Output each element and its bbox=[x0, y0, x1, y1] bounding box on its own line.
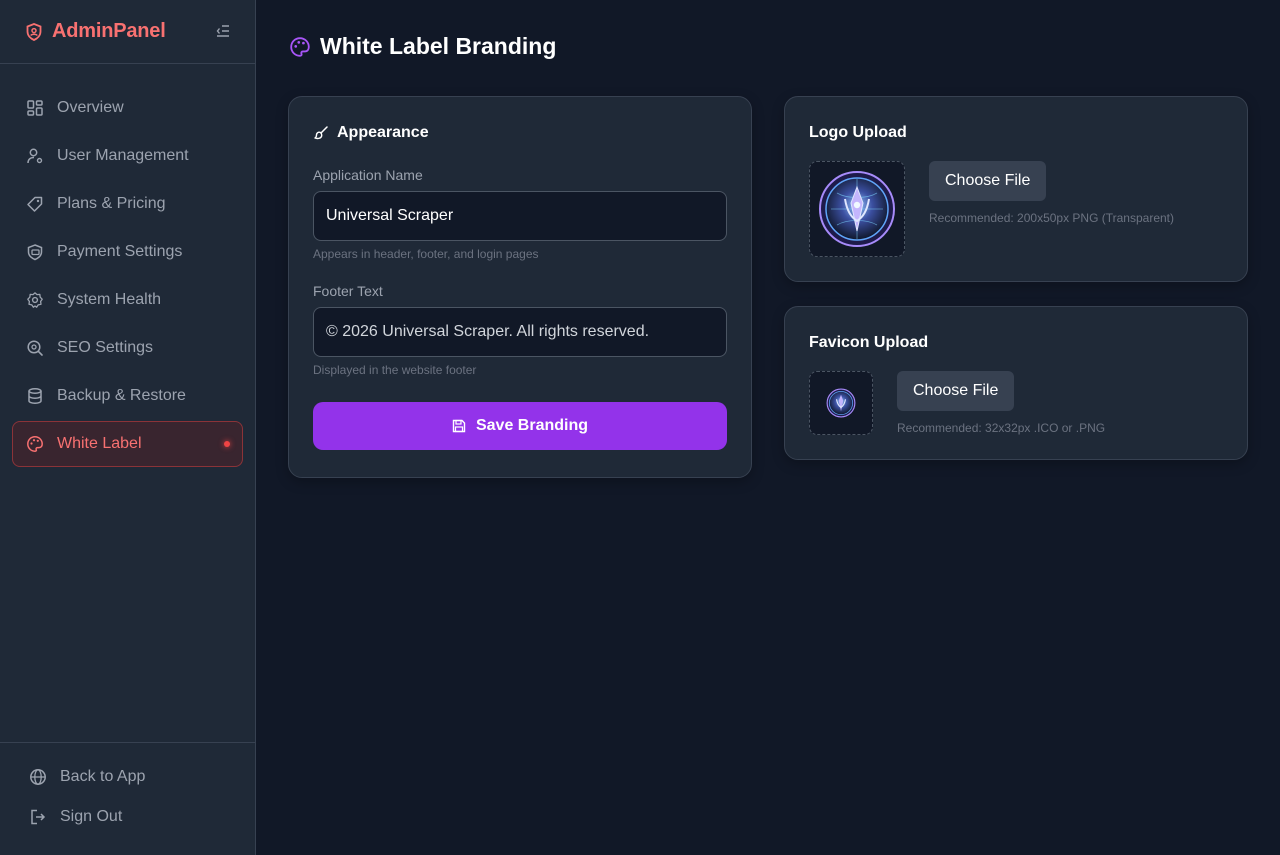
favicon-recommendation: Recommended: 32x32px .ICO or .PNG bbox=[897, 421, 1106, 435]
sidebar-item-plans-pricing[interactable]: Plans & Pricing bbox=[12, 181, 243, 227]
brand-header: AdminPanel bbox=[0, 0, 255, 64]
page-header: White Label Branding bbox=[289, 33, 556, 60]
brush-icon bbox=[313, 125, 329, 141]
search-icon bbox=[25, 338, 45, 358]
favicon-preview bbox=[809, 371, 873, 435]
sidebar-item-label: SEO Settings bbox=[57, 339, 154, 356]
app-name-input[interactable] bbox=[313, 191, 727, 241]
sidebar-nav: Overview User Management Plans & Pricing… bbox=[12, 85, 243, 469]
logo-upload-card: Logo Upload Choose File Recommended: 200… bbox=[784, 96, 1248, 282]
logo-recommendation: Recommended: 200x50px PNG (Transparent) bbox=[929, 211, 1175, 225]
sidebar-item-seo-settings[interactable]: SEO Settings bbox=[12, 325, 243, 371]
palette-icon bbox=[25, 434, 45, 454]
sidebar-item-label: Overview bbox=[57, 99, 124, 116]
sidebar-item-overview[interactable]: Overview bbox=[12, 85, 243, 131]
back-to-app-link[interactable]: Back to App bbox=[0, 757, 255, 797]
logo-image bbox=[819, 171, 895, 247]
shield-icon bbox=[24, 22, 44, 42]
favicon-upload-row: Choose File Recommended: 32x32px .ICO or… bbox=[809, 371, 1223, 435]
save-branding-button[interactable]: Save Branding bbox=[313, 402, 727, 450]
appearance-title: Appearance bbox=[313, 121, 727, 145]
appearance-title-text: Appearance bbox=[337, 124, 429, 141]
sidebar: AdminPanel Overview User Management Plan… bbox=[0, 0, 256, 855]
sidebar-item-label: Plans & Pricing bbox=[57, 195, 166, 212]
grid-icon bbox=[25, 98, 45, 118]
back-to-app-label: Back to App bbox=[60, 768, 146, 785]
page-title: White Label Branding bbox=[320, 33, 557, 59]
sign-out-label: Sign Out bbox=[60, 808, 123, 825]
favicon-upload-controls: Choose File Recommended: 32x32px .ICO or… bbox=[897, 371, 1105, 435]
sidebar-footer: Back to App Sign Out bbox=[0, 742, 255, 855]
database-icon bbox=[25, 386, 45, 406]
sidebar-item-label: White Label bbox=[57, 435, 142, 452]
save-icon bbox=[452, 419, 466, 433]
sign-out-button[interactable]: Sign Out bbox=[0, 797, 255, 837]
sidebar-item-system-health[interactable]: System Health bbox=[12, 277, 243, 323]
collapse-sidebar-icon[interactable] bbox=[215, 22, 231, 40]
favicon-upload-title: Favicon Upload bbox=[809, 334, 929, 351]
favicon-image bbox=[826, 388, 856, 418]
footer-text-input[interactable] bbox=[313, 307, 727, 357]
active-indicator-dot bbox=[224, 441, 230, 447]
appearance-card: Appearance Application Name Appears in h… bbox=[288, 96, 752, 478]
sidebar-item-label: User Management bbox=[57, 147, 189, 164]
logo-choose-file-button[interactable]: Choose File bbox=[929, 161, 1047, 201]
logo-upload-row: Choose File Recommended: 200x50px PNG (T… bbox=[809, 161, 1223, 257]
footer-text-hint: Displayed in the website footer bbox=[313, 363, 477, 377]
favicon-upload-card: Favicon Upload Choose File Recommended: … bbox=[784, 306, 1248, 460]
sidebar-item-label: Payment Settings bbox=[57, 243, 183, 260]
cog-icon bbox=[25, 290, 45, 310]
brand-name: AdminPanel bbox=[52, 20, 166, 42]
sidebar-item-backup-restore[interactable]: Backup & Restore bbox=[12, 373, 243, 419]
sidebar-item-white-label[interactable]: White Label bbox=[12, 421, 243, 467]
palette-icon bbox=[289, 36, 311, 58]
tag-icon bbox=[25, 194, 45, 214]
user-gear-icon bbox=[25, 146, 45, 166]
app-name-hint: Appears in header, footer, and login pag… bbox=[313, 247, 539, 261]
sign-out-icon bbox=[28, 807, 48, 827]
app-name-label: Application Name bbox=[313, 167, 423, 183]
sidebar-item-user-management[interactable]: User Management bbox=[12, 133, 243, 179]
save-branding-label: Save Branding bbox=[475, 417, 589, 434]
sidebar-item-label: Backup & Restore bbox=[57, 387, 186, 404]
logo-upload-title: Logo Upload bbox=[809, 124, 907, 141]
logo-preview bbox=[809, 161, 905, 257]
sidebar-item-payment-settings[interactable]: Payment Settings bbox=[12, 229, 243, 275]
footer-text-label: Footer Text bbox=[313, 283, 383, 299]
sidebar-item-label: System Health bbox=[57, 291, 162, 308]
logo-upload-controls: Choose File Recommended: 200x50px PNG (T… bbox=[929, 161, 1174, 225]
card-icon bbox=[25, 242, 45, 262]
globe-icon bbox=[28, 767, 48, 787]
favicon-choose-file-button[interactable]: Choose File bbox=[897, 371, 1015, 411]
